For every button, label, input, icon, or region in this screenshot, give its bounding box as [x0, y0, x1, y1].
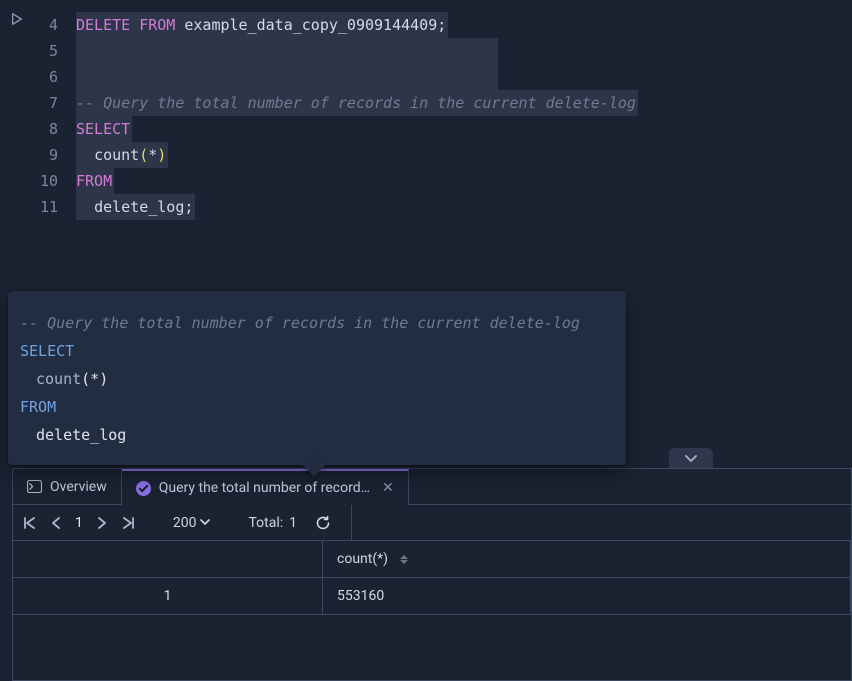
prev-page-button[interactable] — [51, 516, 61, 530]
results-tabs: Overview Query the total number of recor… — [13, 469, 851, 505]
chevron-down-icon — [685, 455, 697, 463]
query-preview-popup: -- Query the total number of records in … — [8, 291, 626, 465]
line-number: 11 — [22, 194, 58, 220]
current-page: 1 — [75, 515, 83, 531]
cell-count[interactable]: 553160 — [323, 578, 851, 615]
page-size-value: 200 — [173, 515, 197, 531]
tab-overview[interactable]: Overview — [13, 469, 122, 504]
popup-line: delete_log — [20, 421, 614, 449]
next-page-button[interactable] — [97, 516, 107, 530]
sql-editor[interactable]: 4567891011 DELETE FROM example_data_copy… — [0, 0, 852, 220]
close-icon[interactable]: ✕ — [382, 480, 394, 496]
line-number: 7 — [22, 90, 58, 116]
run-gutter — [0, 12, 22, 220]
tab-overview-label: Overview — [50, 479, 107, 495]
code-line[interactable] — [76, 64, 852, 90]
code-line[interactable]: FROM — [76, 168, 852, 194]
code-line[interactable]: SELECT — [76, 116, 852, 142]
column-header-count-label: count(*) — [337, 551, 388, 567]
refresh-button[interactable] — [315, 515, 331, 531]
results-grid: count(*) 1 553160 — [13, 541, 851, 615]
divider — [351, 505, 352, 540]
line-number-gutter: 4567891011 — [22, 12, 76, 220]
popup-line: FROM — [20, 393, 614, 421]
chevron-down-icon — [200, 519, 210, 526]
line-number: 9 — [22, 142, 58, 168]
cell-rownum[interactable]: 1 — [13, 578, 323, 615]
total-value: 1 — [289, 515, 297, 531]
results-panel: Overview Query the total number of recor… — [12, 468, 852, 681]
total-label: Total: — [248, 515, 283, 531]
line-number: 10 — [22, 168, 58, 194]
panel-collapse-button[interactable] — [669, 448, 713, 470]
page-size-select[interactable]: 200 — [173, 515, 211, 531]
line-number: 4 — [22, 12, 58, 38]
code-line[interactable]: delete_log; — [76, 194, 852, 220]
popup-line: count(*) — [20, 365, 614, 393]
column-header-count[interactable]: count(*) — [323, 541, 851, 578]
terminal-icon — [27, 480, 42, 493]
sort-icon[interactable] — [400, 555, 408, 564]
code-line[interactable]: count(*) — [76, 142, 852, 168]
code-area[interactable]: DELETE FROM example_data_copy_0909144409… — [76, 12, 852, 220]
pager-toolbar: 1 200 Total: 1 — [13, 505, 851, 541]
success-badge-icon — [136, 481, 151, 496]
code-line[interactable] — [76, 38, 852, 64]
line-number: 6 — [22, 64, 58, 90]
column-header-rownum[interactable] — [13, 541, 323, 578]
tab-query-result[interactable]: Query the total number of record… ✕ — [122, 469, 409, 505]
line-number: 8 — [22, 116, 58, 142]
last-page-button[interactable] — [121, 516, 135, 530]
code-line[interactable]: -- Query the total number of records in … — [76, 90, 852, 116]
run-icon[interactable] — [10, 12, 22, 26]
popup-line: SELECT — [20, 337, 614, 365]
popup-line: -- Query the total number of records in … — [20, 309, 614, 337]
code-line[interactable]: DELETE FROM example_data_copy_0909144409… — [76, 12, 852, 38]
tab-query-result-label: Query the total number of record… — [159, 480, 370, 496]
first-page-button[interactable] — [23, 516, 37, 530]
line-number: 5 — [22, 38, 58, 64]
